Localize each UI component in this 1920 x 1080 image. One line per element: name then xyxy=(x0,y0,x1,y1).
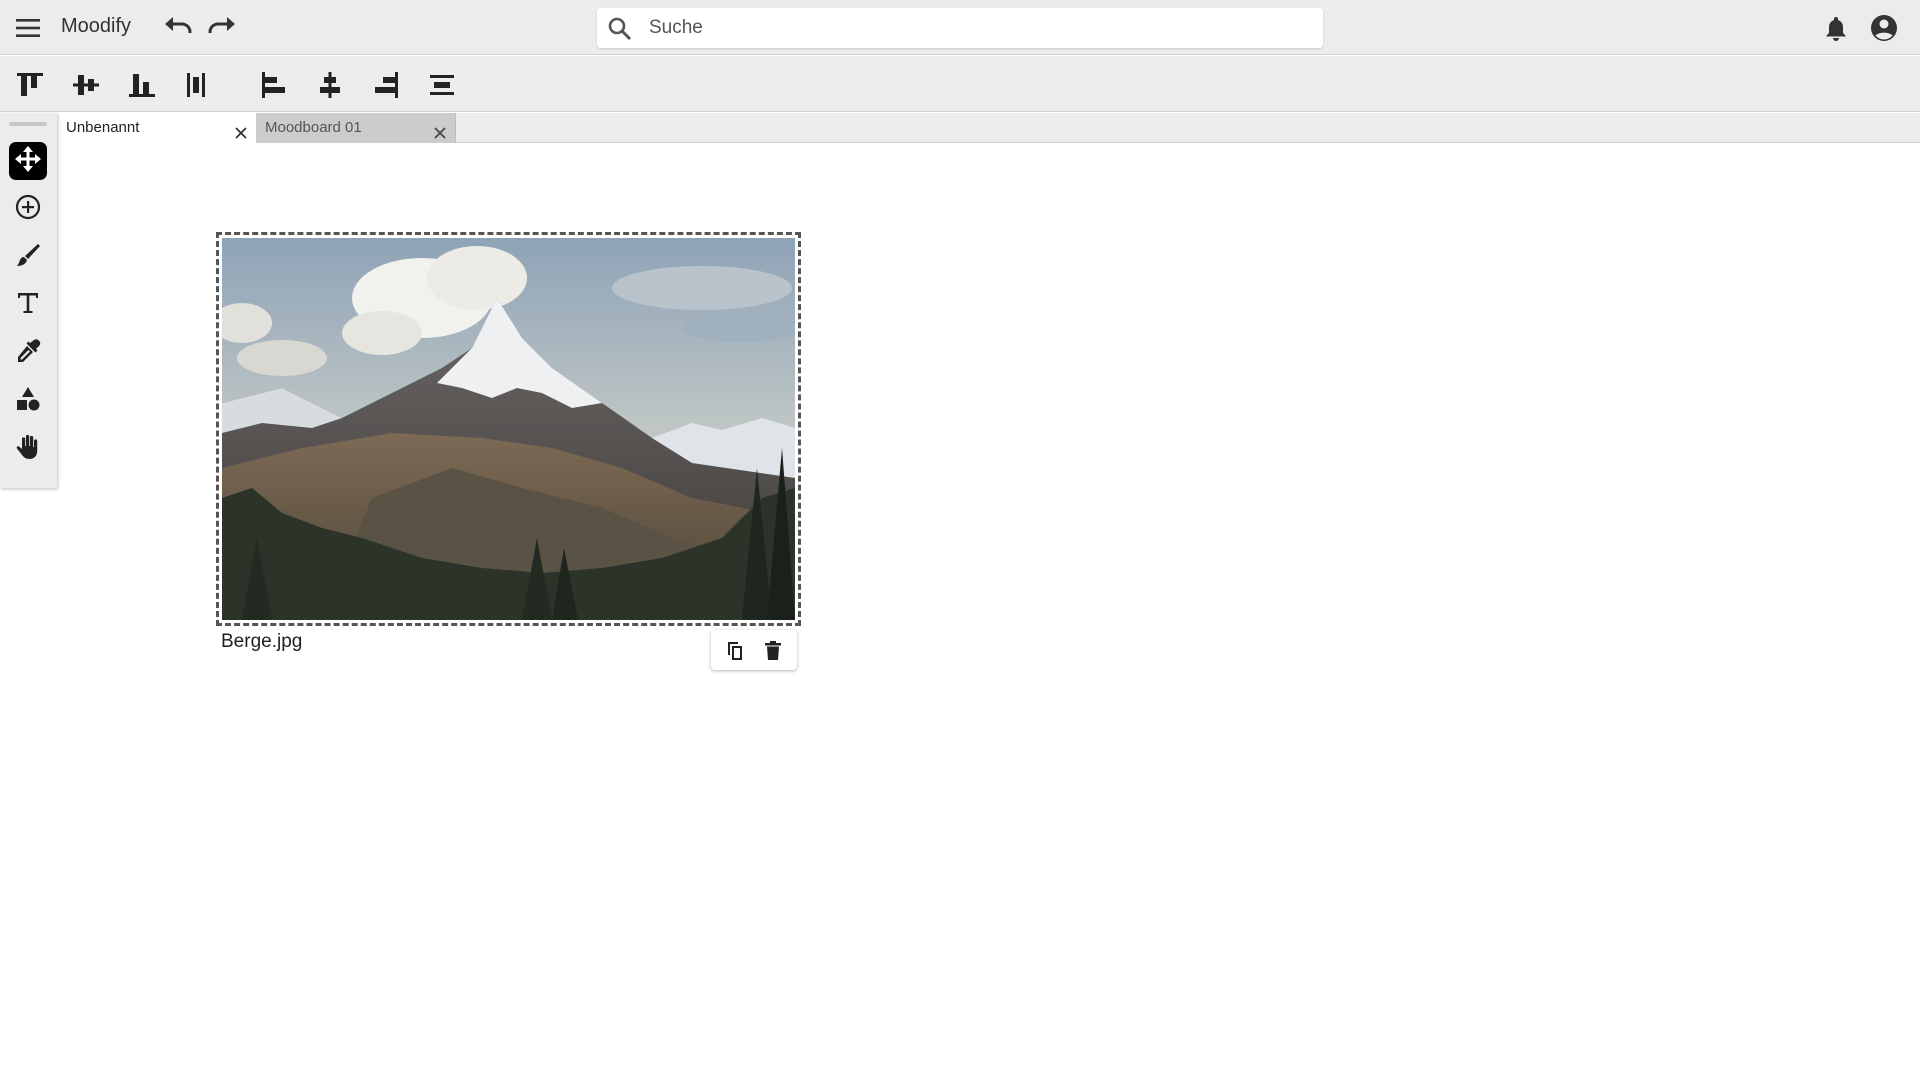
search-box[interactable] xyxy=(597,8,1323,48)
eyedropper-tool[interactable] xyxy=(9,334,47,372)
move-tool[interactable] xyxy=(9,142,47,180)
account-circle-icon[interactable] xyxy=(1869,13,1899,43)
redo-icon[interactable] xyxy=(204,14,238,42)
align-horizontal-center-icon[interactable] xyxy=(314,69,346,101)
move-icon xyxy=(13,144,43,179)
mountain-image xyxy=(222,238,795,620)
tab-unbenannt[interactable]: Unbenannt xyxy=(57,113,257,143)
text-icon xyxy=(14,289,42,322)
search-input[interactable] xyxy=(649,8,1309,48)
tab-moodboard-01[interactable]: Moodboard 01 xyxy=(256,113,456,143)
shapes-icon xyxy=(14,385,42,418)
panel-drag-handle[interactable] xyxy=(9,122,47,126)
close-icon[interactable] xyxy=(433,121,447,139)
align-bottom-icon[interactable] xyxy=(126,69,158,101)
tool-panel xyxy=(0,113,57,488)
hand-icon xyxy=(14,433,42,466)
copy-icon[interactable] xyxy=(723,639,747,663)
align-right-icon[interactable] xyxy=(370,69,402,101)
eyedropper-icon xyxy=(14,337,42,370)
bell-icon[interactable] xyxy=(1822,14,1850,42)
document-tabs: Unbenannt Moodboard 01 xyxy=(57,113,1920,143)
app-bar: Moodify xyxy=(0,0,1920,55)
align-top-icon[interactable] xyxy=(14,69,46,101)
search-icon[interactable] xyxy=(607,16,633,42)
close-icon[interactable] xyxy=(234,121,248,139)
trash-icon[interactable] xyxy=(761,639,785,663)
distribute-vertical-icon[interactable] xyxy=(182,69,214,101)
text-tool[interactable] xyxy=(9,286,47,324)
selected-image-element[interactable] xyxy=(216,232,801,626)
image-caption: Berge.jpg xyxy=(221,631,303,652)
align-vertical-center-icon[interactable] xyxy=(70,69,102,101)
shapes-tool[interactable] xyxy=(9,382,47,420)
alignment-toolbar xyxy=(0,56,1920,112)
distribute-horizontal-icon[interactable] xyxy=(426,69,458,101)
menu-icon[interactable] xyxy=(14,15,42,41)
tab-label: Unbenannt xyxy=(66,119,140,136)
undo-icon[interactable] xyxy=(162,14,196,42)
add-tool[interactable] xyxy=(9,190,47,228)
image-action-bar xyxy=(711,630,797,670)
brush-tool[interactable] xyxy=(9,238,47,276)
hand-tool[interactable] xyxy=(9,430,47,468)
app-title: Moodify xyxy=(61,15,132,37)
brush-icon xyxy=(14,241,42,274)
align-left-icon[interactable] xyxy=(258,69,290,101)
add-circle-icon xyxy=(14,193,42,226)
tab-label: Moodboard 01 xyxy=(265,119,362,136)
